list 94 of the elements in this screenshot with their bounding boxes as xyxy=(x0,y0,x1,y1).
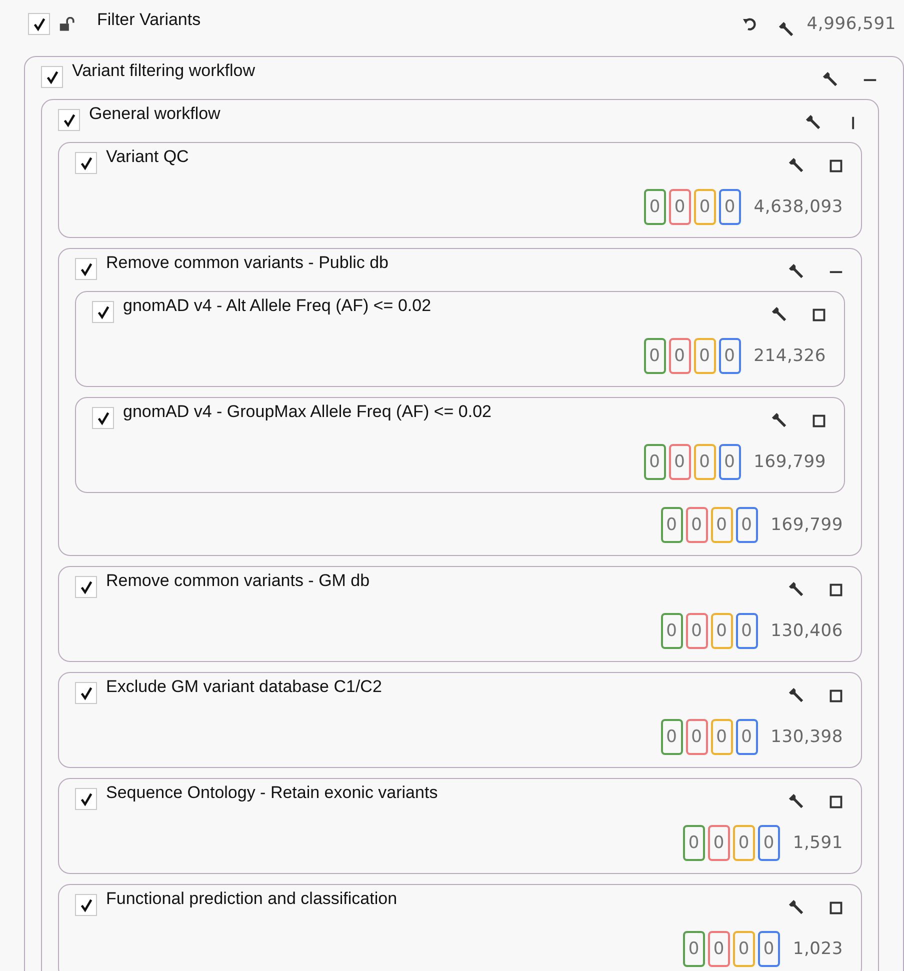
check-icon xyxy=(78,262,94,276)
count-badge: 0 xyxy=(686,507,708,543)
count-badge: 0 xyxy=(644,189,666,225)
square-icon[interactable] xyxy=(812,308,826,322)
checkbox[interactable] xyxy=(75,894,97,916)
filter-title: Remove common variants - Public db xyxy=(106,253,389,273)
wrench-icon[interactable] xyxy=(788,793,805,810)
checkbox[interactable] xyxy=(28,13,50,35)
count-badge: 0 xyxy=(758,825,780,861)
checkbox[interactable] xyxy=(75,258,97,280)
variant-count: 169,799 xyxy=(770,515,843,535)
square-icon[interactable] xyxy=(829,795,843,809)
filter-title: Functional prediction and classification xyxy=(106,889,398,909)
count-badge: 0 xyxy=(644,338,666,374)
count-badge: 0 xyxy=(660,719,683,755)
filter-title: Exclude GM variant database C1/C2 xyxy=(106,677,382,697)
wrench-icon[interactable] xyxy=(771,412,788,429)
wrench-icon[interactable] xyxy=(788,263,805,280)
count-badge: 0 xyxy=(686,719,708,755)
checkbox[interactable] xyxy=(75,152,97,174)
wrench-icon[interactable] xyxy=(788,687,805,704)
wrench-icon[interactable] xyxy=(822,71,839,88)
count-badge: 0 xyxy=(718,338,741,374)
variant-count: 169,799 xyxy=(754,452,826,472)
filter-title: Variant QC xyxy=(106,147,189,167)
count-badge: 0 xyxy=(736,613,758,649)
variant-count: 4,638,093 xyxy=(754,197,843,217)
checkbox[interactable] xyxy=(75,682,97,704)
count-badge: 0 xyxy=(710,507,733,543)
variant-count: 130,406 xyxy=(770,621,843,641)
filter-title: Variant filtering workflow xyxy=(72,61,255,81)
filter-title: Filter Variants xyxy=(97,10,201,30)
filter-title: Sequence Ontology - Retain exonic variants xyxy=(106,783,438,803)
variant-count: 130,398 xyxy=(770,727,843,747)
count-badge: 0 xyxy=(644,444,666,480)
count-badge: 0 xyxy=(682,931,705,967)
variant-count: 4,996,591 xyxy=(806,14,896,34)
check-icon xyxy=(32,16,46,32)
wrench-icon[interactable] xyxy=(805,114,822,131)
count-badge: 0 xyxy=(668,189,691,225)
check-icon xyxy=(78,792,94,806)
checkbox[interactable] xyxy=(75,788,97,810)
wrench-icon[interactable] xyxy=(788,899,805,916)
count-badge: 0 xyxy=(682,825,705,861)
count-badge: 0 xyxy=(660,507,683,543)
count-badge: 0 xyxy=(708,825,730,861)
check-icon xyxy=(96,410,110,426)
count-badge: 0 xyxy=(718,444,741,480)
wrench-icon[interactable] xyxy=(778,20,795,38)
check-icon xyxy=(96,304,110,320)
checkbox[interactable] xyxy=(92,301,114,323)
checkbox[interactable] xyxy=(41,66,63,88)
count-badge: 0 xyxy=(710,613,733,649)
filter-title: gnomAD v4 - Alt Allele Freq (AF) <= 0.02 xyxy=(123,296,432,316)
square-icon[interactable] xyxy=(829,901,843,915)
count-badge: 0 xyxy=(736,507,758,543)
variant-count: 214,326 xyxy=(754,346,826,366)
count-badge: 0 xyxy=(660,613,683,649)
variant-count: 1,023 xyxy=(792,939,843,959)
check-icon xyxy=(62,112,76,128)
count-badge: 0 xyxy=(694,189,716,225)
unlocked-padlock-icon[interactable] xyxy=(59,16,77,32)
square-icon[interactable] xyxy=(829,159,843,173)
check-icon xyxy=(78,898,94,912)
check-icon xyxy=(78,580,94,594)
wrench-icon[interactable] xyxy=(788,157,805,174)
count-badge: 0 xyxy=(718,189,741,225)
count-badge: 0 xyxy=(732,931,755,967)
count-badge: 0 xyxy=(694,444,716,480)
wrench-icon[interactable] xyxy=(771,306,788,323)
check-icon xyxy=(78,686,94,700)
filter-title: Remove common variants - GM db xyxy=(106,571,370,591)
square-icon[interactable] xyxy=(812,414,826,428)
checkbox[interactable] xyxy=(92,407,114,429)
square-icon[interactable] xyxy=(829,689,843,703)
wrench-icon[interactable] xyxy=(788,581,805,598)
check-icon xyxy=(44,70,60,84)
square-icon[interactable] xyxy=(829,583,843,597)
check-icon xyxy=(78,156,94,170)
filter-title: gnomAD v4 - GroupMax Allele Freq (AF) <= 0.02 xyxy=(123,402,492,422)
checkbox[interactable] xyxy=(58,109,80,131)
count-badge: 0 xyxy=(710,719,733,755)
count-badge: 0 xyxy=(758,931,780,967)
checkbox[interactable] xyxy=(75,576,97,598)
count-badge: 0 xyxy=(732,825,755,861)
count-badge: 0 xyxy=(668,338,691,374)
undo-icon[interactable] xyxy=(742,16,758,32)
count-badge: 0 xyxy=(736,719,758,755)
count-badge: 0 xyxy=(668,444,691,480)
count-badge: 0 xyxy=(686,613,708,649)
count-badge: 0 xyxy=(708,931,730,967)
variant-count: 1,591 xyxy=(792,833,843,853)
filter-title: General workflow xyxy=(89,104,220,124)
count-badge: 0 xyxy=(694,338,716,374)
